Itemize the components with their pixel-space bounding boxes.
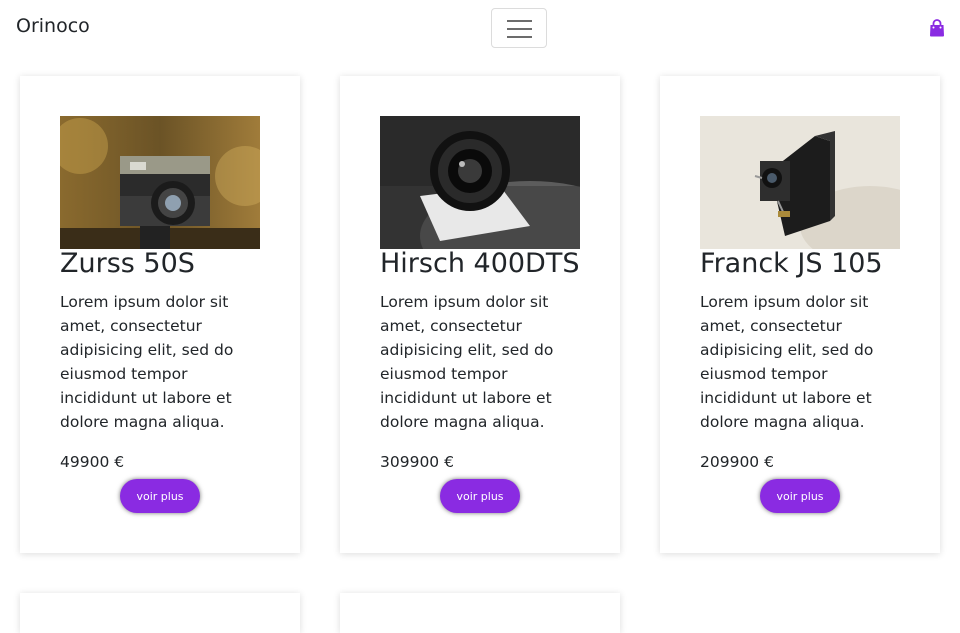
product-name: Franck JS 105 xyxy=(700,248,883,279)
product-image xyxy=(700,116,900,249)
product-card: Franck JS 105 Lorem ipsum dolor sit amet… xyxy=(660,76,940,553)
voir-plus-button[interactable]: voir plus xyxy=(120,479,200,513)
product-name: Hirsch 400DTS xyxy=(380,248,580,279)
product-price: 209900 € xyxy=(700,453,774,471)
product-card-partial xyxy=(20,593,300,633)
product-name: Zurss 50S xyxy=(60,248,195,279)
product-price: 309900 € xyxy=(380,453,454,471)
navbar: Orinoco xyxy=(0,0,960,56)
product-price: 49900 € xyxy=(60,453,125,471)
voir-plus-button[interactable]: voir plus xyxy=(760,479,840,513)
navbar-toggler-button[interactable] xyxy=(491,8,547,48)
shopping-bag-icon[interactable] xyxy=(929,19,945,37)
product-card: Zurss 50S Lorem ipsum dolor sit amet, co… xyxy=(20,76,300,553)
product-description: Lorem ipsum dolor sit amet, consectetur … xyxy=(380,293,554,431)
hamburger-menu-icon xyxy=(507,20,532,22)
product-card: Hirsch 400DTS Lorem ipsum dolor sit amet… xyxy=(340,76,620,553)
hamburger-menu-icon-bar xyxy=(507,28,532,30)
voir-plus-button[interactable]: voir plus xyxy=(440,479,520,513)
product-description: Lorem ipsum dolor sit amet, consectetur … xyxy=(60,293,234,431)
product-image xyxy=(60,116,260,249)
product-description: Lorem ipsum dolor sit amet, consectetur … xyxy=(700,293,874,431)
product-image xyxy=(380,116,580,249)
brand-link[interactable]: Orinoco xyxy=(16,15,90,37)
hamburger-menu-icon-bar xyxy=(507,36,532,38)
product-card-partial xyxy=(340,593,620,633)
